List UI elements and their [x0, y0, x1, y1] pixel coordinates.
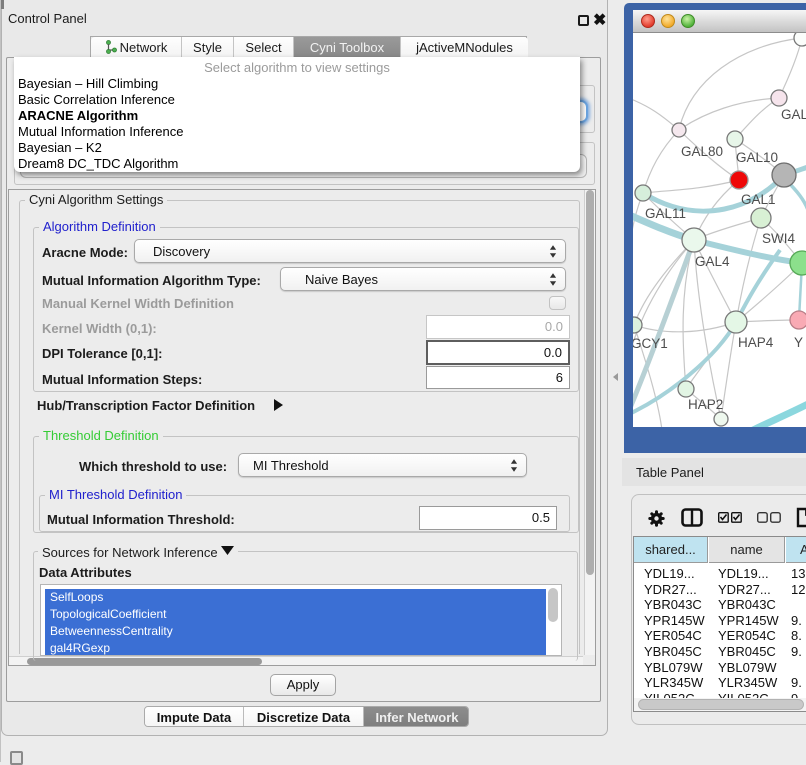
svg-text:GAL11: GAL11	[645, 206, 686, 221]
svg-text:GAL10: GAL10	[736, 150, 778, 165]
svg-text:GAL4: GAL4	[695, 254, 730, 269]
svg-text:SWI4: SWI4	[762, 231, 795, 246]
svg-text:HAP2: HAP2	[688, 397, 723, 412]
svg-text:Y: Y	[794, 335, 803, 350]
svg-text:HAP4: HAP4	[738, 335, 774, 350]
svg-text:GAL80: GAL80	[681, 144, 723, 159]
svg-text:GAL: GAL	[781, 107, 806, 122]
svg-text:GAL1: GAL1	[741, 192, 776, 207]
svg-text:GCY1: GCY1	[633, 336, 668, 351]
